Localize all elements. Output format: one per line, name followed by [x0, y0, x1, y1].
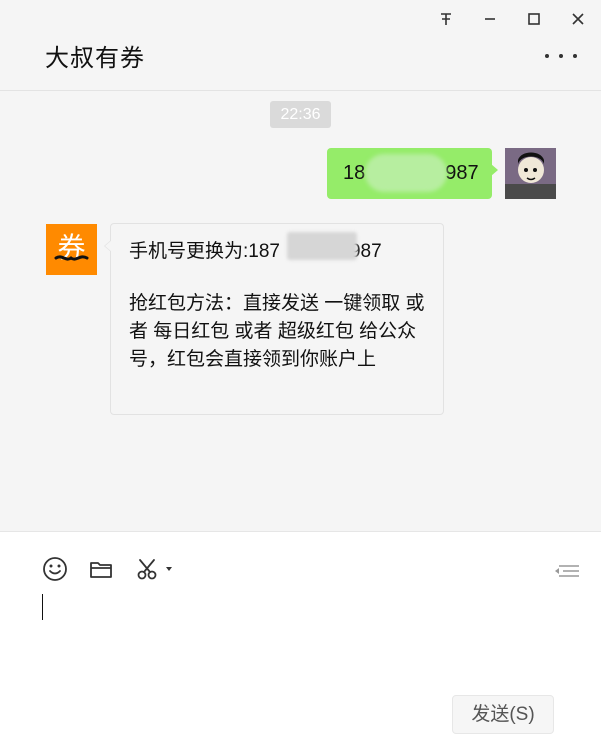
blur-redaction: [365, 154, 447, 192]
close-button[interactable]: [569, 10, 587, 28]
more-button[interactable]: [545, 51, 577, 61]
screenshot-button[interactable]: [134, 556, 174, 582]
more-dot: [545, 54, 549, 58]
outgoing-text-suffix: 987: [445, 162, 479, 184]
maximize-icon: [528, 13, 540, 25]
pin-button[interactable]: [437, 10, 455, 28]
text-cursor: [42, 594, 43, 620]
bot-avatar[interactable]: 券: [46, 224, 97, 275]
chat-history-button[interactable]: [553, 563, 581, 579]
blur-redaction: [287, 232, 357, 260]
incoming-paragraph: 抢红包方法：直接发送 一键领取 或者 每日红包 或者 超级红包 给公众号，红包会…: [129, 293, 425, 370]
more-dot: [559, 54, 563, 58]
maximize-button[interactable]: [525, 10, 543, 28]
more-dot: [573, 54, 577, 58]
chat-title: 大叔有券: [45, 45, 145, 72]
emoji-icon: [43, 557, 67, 581]
bot-avatar-icon: 券: [46, 224, 97, 275]
pin-icon: [441, 13, 451, 25]
dropdown-caret-icon: [166, 567, 172, 571]
composer: 发送(S): [0, 531, 601, 750]
folder-icon: [90, 562, 112, 578]
chat-area: 22:36 18 987 券 手机号更换为:187 987 抢红包方法：直接发送 一: [0, 91, 601, 531]
window-controls: [437, 8, 587, 30]
close-icon: [572, 13, 584, 25]
incoming-line1-prefix: 手机号更换为:187: [129, 241, 280, 262]
user-avatar[interactable]: [505, 148, 556, 199]
history-icon: [555, 565, 579, 577]
minimize-button[interactable]: [481, 10, 499, 28]
timestamp: 22:36: [270, 101, 331, 128]
composer-toolbar: [42, 554, 174, 584]
minimize-icon: [485, 18, 495, 20]
outgoing-text-prefix: 18: [343, 162, 366, 184]
chat-header: 大叔有券: [0, 0, 601, 91]
emoji-button[interactable]: [42, 556, 68, 582]
scissors-icon: [137, 559, 157, 580]
user-avatar-icon: [505, 148, 556, 199]
outgoing-message-bubble[interactable]: 18 987: [327, 148, 498, 199]
send-button[interactable]: 发送(S): [452, 695, 554, 734]
folder-button[interactable]: [88, 556, 114, 582]
incoming-message-bubble[interactable]: 手机号更换为:187 987 抢红包方法：直接发送 一键领取 或者 每日红包 或者…: [104, 223, 444, 415]
